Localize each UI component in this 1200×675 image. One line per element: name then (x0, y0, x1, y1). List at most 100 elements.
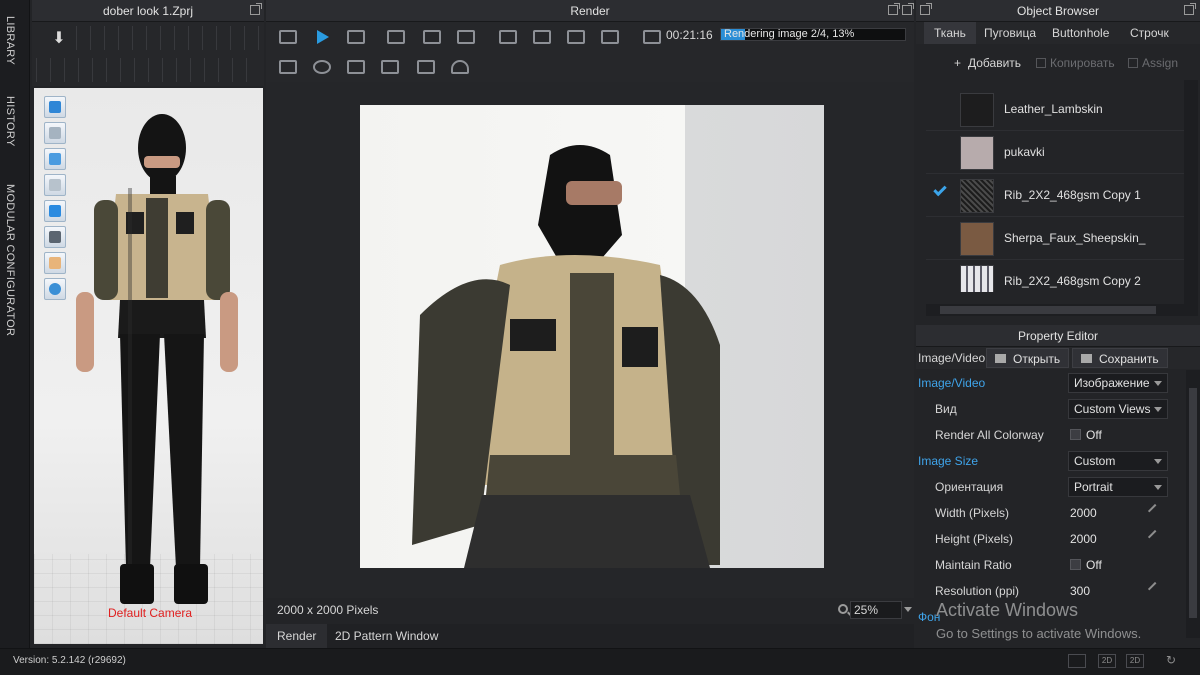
save-button[interactable]: Сохранить (1072, 348, 1168, 368)
property-editor-scrollbar[interactable] (1186, 370, 1200, 638)
plus-icon: + (954, 56, 962, 70)
image-size-label: 2000 x 2000 Pixels (277, 603, 379, 617)
checkmark-icon (933, 182, 947, 197)
orientation-dropdown[interactable]: Portrait (1068, 477, 1168, 497)
3d-preview-panel: dober look 1.Zprj ⬇ Default Camera (32, 0, 264, 648)
sidebar-tab-modular-configurator[interactable]: MODULAR CONFIGURATOR (4, 184, 16, 336)
tab-2d-pattern-window[interactable]: 2D Pattern Window (324, 624, 449, 648)
scroll-thumb[interactable] (1189, 388, 1197, 618)
lighting-settings-icon[interactable] (530, 26, 554, 48)
tab-render[interactable]: Render (266, 624, 328, 648)
download-icon[interactable] (276, 56, 300, 78)
tab-fabric[interactable]: Ткань (924, 22, 976, 44)
assign-icon (1128, 58, 1138, 68)
pin-panel-icon[interactable] (920, 3, 932, 15)
chevron-down-icon[interactable] (904, 607, 912, 612)
status-bar: Version: 5.2.142 (r29692) 2D 2D ↻ (0, 648, 1200, 675)
view-2d-alt-button[interactable]: 2D (1126, 654, 1144, 668)
refresh-icon[interactable]: ↻ (1162, 654, 1180, 668)
camera-settings-icon[interactable] (564, 26, 588, 48)
render-toolbar: 00:21:16 Rendering image 2/4, 13% (266, 22, 914, 82)
sphere-icon[interactable] (310, 56, 334, 78)
property-editor-toolbar: Image/Video Открыть Сохранить (916, 347, 1200, 369)
pin-icon[interactable] (1147, 581, 1163, 597)
area-light-icon[interactable] (414, 56, 438, 78)
fabric-swatch (960, 222, 994, 256)
close-panel-icon[interactable] (902, 3, 914, 15)
render-progress-bar: Rendering image 2/4, 13% (720, 28, 906, 41)
add-label: Добавить (968, 56, 1022, 70)
resolution-field[interactable]: 300 (1070, 584, 1090, 598)
render-video-icon[interactable] (344, 26, 368, 48)
tab-button[interactable]: Пуговица (974, 22, 1046, 44)
maintain-ratio-checkbox[interactable] (1070, 559, 1081, 570)
sidebar-tabs: LIBRARY HISTORY MODULAR CONFIGURATOR (0, 0, 30, 648)
object-browser-scrollbar[interactable] (1184, 80, 1198, 316)
tab-buttonhole[interactable]: Buttonhole (1042, 22, 1119, 44)
list-item-selected[interactable]: Rib_2X2_468gsm Copy 1 (926, 174, 1184, 217)
dome-light-icon[interactable] (448, 56, 472, 78)
scroll-thumb[interactable] (940, 306, 1156, 314)
start-render-icon[interactable] (310, 26, 334, 48)
copy-label: Копировать (1050, 56, 1115, 70)
image-settings-icon[interactable] (496, 26, 520, 48)
save-image-icon[interactable] (384, 26, 408, 48)
float-window-icon[interactable] (250, 3, 262, 15)
float-window-icon[interactable] (1184, 3, 1196, 15)
open-button[interactable]: Открыть (986, 348, 1070, 368)
3d-toolbar: ⬇ (32, 22, 264, 86)
height-field[interactable]: 2000 (1070, 532, 1097, 546)
render-status-bar: 2000 x 2000 Pixels 25% (266, 598, 914, 622)
camera-icon[interactable] (420, 26, 444, 48)
directional-light-icon[interactable] (378, 56, 402, 78)
list-item[interactable]: Leather_Lambskin (926, 88, 1184, 131)
view-dropdown[interactable]: Custom Views (1068, 399, 1168, 419)
output-type-dropdown[interactable]: Изображение (1068, 373, 1168, 393)
object-browser-hscrollbar[interactable] (926, 304, 1184, 316)
image-icon[interactable] (454, 26, 478, 48)
sidebar-tab-history[interactable]: HISTORY (4, 96, 16, 147)
toolbar-label: Image/Video (918, 351, 986, 365)
zoom-select[interactable]: 25% (850, 601, 902, 619)
pin-icon[interactable] (1147, 529, 1163, 545)
render-viewport[interactable] (266, 82, 914, 598)
pin-icon[interactable] (1147, 503, 1163, 519)
add-button[interactable]: + Добавить (950, 52, 1027, 74)
assign-label: Assign (1142, 56, 1179, 70)
view-2d-button[interactable]: 2D (1098, 654, 1116, 668)
folder-icon (995, 354, 1006, 363)
list-item[interactable]: pukavki (926, 131, 1184, 174)
sidebar-tab-library[interactable]: LIBRARY (4, 16, 16, 65)
property-label: Ориентация (935, 480, 1004, 494)
right-panels: Object Browser Ткань Пуговица Buttonhole… (916, 0, 1200, 648)
width-field[interactable]: 2000 (1070, 506, 1097, 520)
assign-button[interactable]: Assign (1124, 52, 1184, 74)
video-settings-icon[interactable] (598, 26, 622, 48)
single-view-button[interactable] (1068, 654, 1086, 668)
object-browser-actions: + Добавить Копировать Assign (926, 52, 1200, 74)
fabric-name: Leather_Lambskin (1004, 102, 1103, 116)
property-label: Вид (935, 402, 957, 416)
property-editor-title: Property Editor (916, 325, 1200, 347)
save-icon (1081, 354, 1092, 363)
3d-viewport[interactable]: Default Camera (34, 88, 263, 644)
image-size-dropdown[interactable]: Custom (1068, 451, 1168, 471)
activate-windows-subtext: Go to Settings to activate Windows. (936, 626, 1142, 641)
tab-topstitch[interactable]: Строчк (1120, 22, 1179, 44)
save-label: Сохранить (1099, 352, 1159, 366)
spotlight-icon[interactable] (344, 56, 368, 78)
open-label: Открыть (1013, 352, 1061, 366)
version-label: Version: 5.2.142 (r29692) (13, 655, 126, 666)
copy-button[interactable]: Копировать (1032, 52, 1121, 74)
render-settings-icon[interactable] (276, 26, 300, 48)
cloud-render-icon[interactable] (640, 26, 664, 48)
list-item[interactable]: Sherpa_Faux_Sheepskin_ (926, 217, 1184, 260)
checkbox-value: Off (1086, 558, 1102, 572)
list-item[interactable]: Rib_2X2_468gsm Copy 2 (926, 260, 1184, 292)
property-row-width: Width (Pixels) 2000 (916, 500, 1186, 526)
property-label: Width (Pixels) (935, 506, 1010, 520)
float-window-icon[interactable] (888, 3, 900, 15)
render-all-colorway-checkbox[interactable] (1070, 429, 1081, 440)
object-browser-title: Object Browser (916, 0, 1200, 22)
download-arrow-icon[interactable]: ⬇ (46, 28, 72, 50)
